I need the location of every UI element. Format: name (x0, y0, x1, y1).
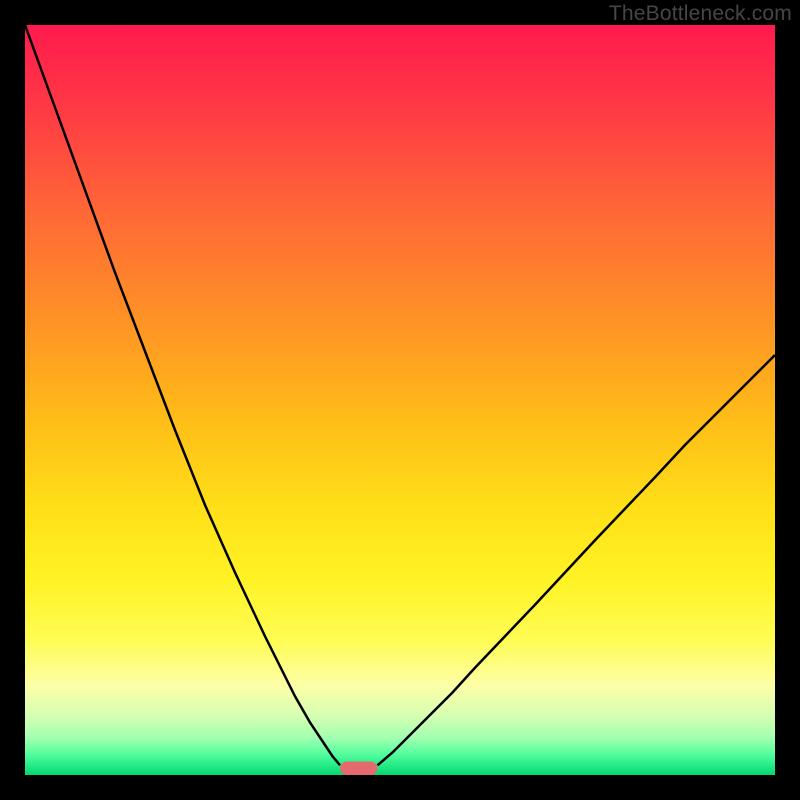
chart-frame: TheBottleneck.com (0, 0, 800, 800)
chart-plot-area (25, 25, 775, 775)
bottom-marker (340, 762, 378, 776)
background-rect (25, 25, 775, 775)
watermark-text: TheBottleneck.com (609, 2, 792, 26)
marker-group (340, 762, 378, 776)
chart-svg (25, 25, 775, 775)
